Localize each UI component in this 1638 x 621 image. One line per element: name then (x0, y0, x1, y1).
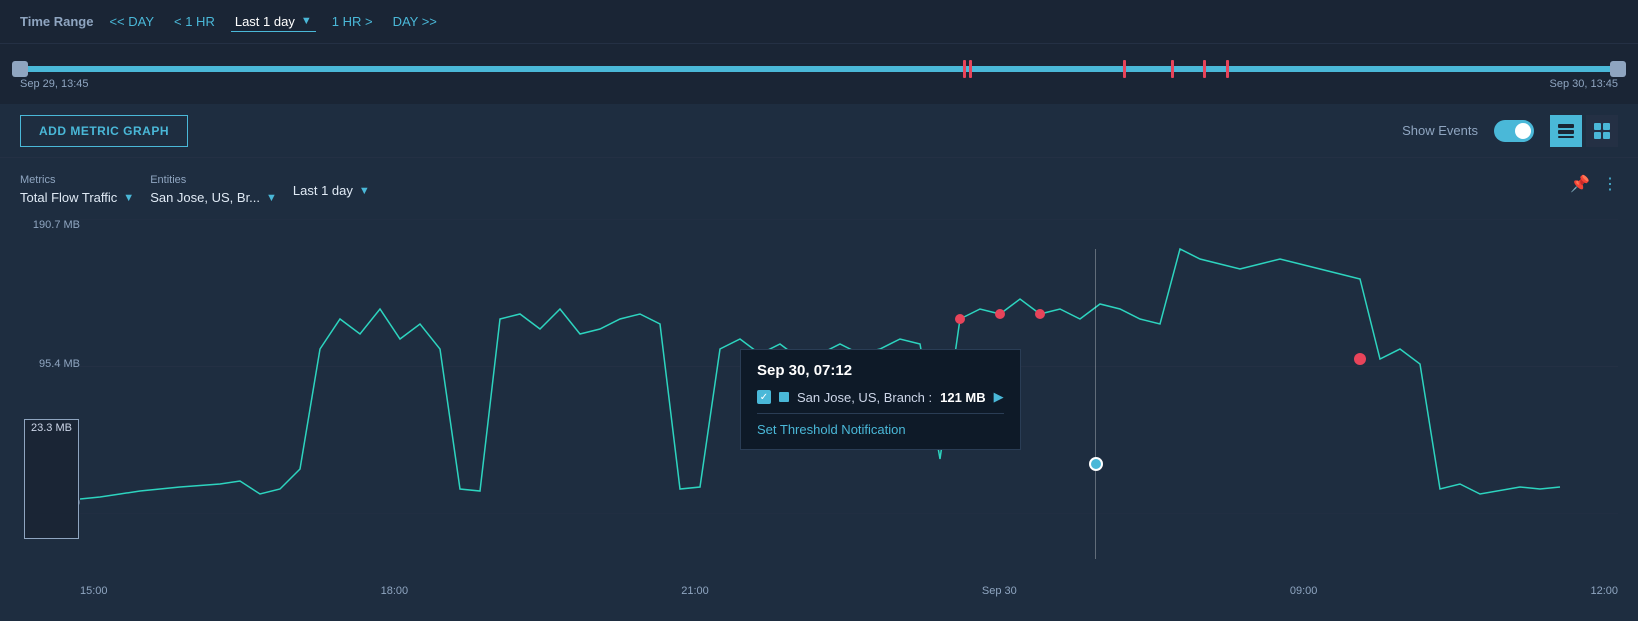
baseline-label: 23.3 MB (24, 419, 79, 539)
tooltip-color-swatch (779, 392, 789, 402)
y-axis-mid-label: 95.4 MB (20, 358, 80, 370)
event-marker (1226, 60, 1229, 78)
entities-selector[interactable]: San Jose, US, Br... ▼ (150, 188, 277, 207)
nav-next-hour-button[interactable]: 1 HR > (328, 12, 377, 31)
event-marker (963, 60, 966, 78)
toolbar-right: Show Events (1402, 115, 1618, 147)
chart-actions: 📌 ⋮ (1570, 174, 1618, 194)
toggle-knob (1515, 123, 1531, 139)
time-range-dropdown-arrow: ▼ (301, 15, 312, 27)
slider-labels: Sep 29, 13:45 Sep 30, 13:45 (20, 78, 1618, 90)
x-axis-label-sep30: Sep 30 (982, 585, 1017, 597)
tooltip-entity-name: San Jose, US, Branch : (797, 390, 932, 405)
add-metric-button[interactable]: ADD METRIC GRAPH (20, 115, 188, 147)
time-range-value: Last 1 day (235, 14, 295, 29)
tooltip-line (1095, 249, 1096, 559)
entities-control: Entities San Jose, US, Br... ▼ (150, 174, 277, 207)
list-view-button[interactable] (1550, 115, 1582, 147)
event-marker (1203, 60, 1206, 78)
tooltip-popup: Sep 30, 07:12 ✓ San Jose, US, Branch : 1… (740, 349, 1021, 450)
metrics-control: Metrics Total Flow Traffic ▼ (20, 174, 134, 207)
set-threshold-button[interactable]: Set Threshold Notification (757, 422, 906, 437)
tooltip-divider (757, 413, 1004, 414)
slider-start-label: Sep 29, 13:45 (20, 78, 89, 90)
chart-area: 190.7 MB 95.4 MB 0 23.3 MB Sep 30, 07:12 (20, 219, 1618, 569)
slider-track[interactable] (20, 66, 1618, 72)
nav-next-day-button[interactable]: DAY >> (389, 12, 441, 31)
metrics-label: Metrics (20, 174, 134, 186)
chart-timerange-selector[interactable]: Last 1 day ▼ (293, 181, 370, 200)
metrics-selector[interactable]: Total Flow Traffic ▼ (20, 188, 134, 207)
tooltip-entity-row: ✓ San Jose, US, Branch : 121 MB ▶ (757, 389, 1004, 405)
nav-prev-hour-button[interactable]: < 1 HR (170, 12, 219, 31)
event-marker (1123, 60, 1126, 78)
metrics-value: Total Flow Traffic (20, 190, 117, 205)
tooltip-value: 121 MB (940, 390, 986, 405)
tooltip-checkbox[interactable]: ✓ (757, 390, 771, 404)
tooltip-expand-arrow[interactable]: ▶ (994, 389, 1004, 405)
chart-panel: Metrics Total Flow Traffic ▼ Entities Sa… (0, 158, 1638, 621)
slider-handle-right[interactable] (1610, 61, 1626, 77)
grid-view-button[interactable] (1586, 115, 1618, 147)
x-axis-label-1500: 15:00 (80, 585, 108, 597)
x-axis-label-2100: 21:00 (681, 585, 709, 597)
y-axis-top-label: 190.7 MB (20, 219, 80, 231)
entities-label: Entities (150, 174, 277, 186)
entities-dropdown-arrow: ▼ (266, 192, 277, 204)
entities-value: San Jose, US, Br... (150, 190, 260, 205)
nav-prev-day-button[interactable]: << DAY (105, 12, 158, 31)
view-toggle (1550, 115, 1618, 147)
timeline-slider-area: Sep 29, 13:45 Sep 30, 13:45 (0, 44, 1638, 104)
slider-end-label: Sep 30, 13:45 (1549, 78, 1618, 90)
event-marker (969, 60, 972, 78)
x-axis-label-1800: 18:00 (381, 585, 409, 597)
chart-timerange-arrow: ▼ (359, 185, 370, 197)
show-events-label: Show Events (1402, 123, 1478, 138)
chart-timerange-value: Last 1 day (293, 183, 353, 198)
pin-icon[interactable]: 📌 (1570, 174, 1590, 194)
metrics-dropdown-arrow: ▼ (123, 192, 134, 204)
x-axis-label-1200: 12:00 (1590, 585, 1618, 597)
more-options-icon[interactable]: ⋮ (1602, 174, 1618, 194)
show-events-toggle[interactable] (1494, 120, 1534, 142)
time-range-label: Time Range (20, 14, 93, 29)
toolbar: ADD METRIC GRAPH Show Events (0, 104, 1638, 158)
time-range-selector[interactable]: Last 1 day ▼ (231, 12, 316, 32)
slider-handle-left[interactable] (12, 61, 28, 77)
tooltip-date: Sep 30, 07:12 (757, 362, 1004, 379)
tooltip-dot (1089, 457, 1103, 471)
chart-controls: Metrics Total Flow Traffic ▼ Entities Sa… (20, 174, 1618, 207)
x-axis-label-0900: 09:00 (1290, 585, 1318, 597)
timerange-control: Last 1 day ▼ (293, 181, 370, 200)
time-range-bar: Time Range << DAY < 1 HR Last 1 day ▼ 1 … (0, 0, 1638, 44)
event-marker (1171, 60, 1174, 78)
